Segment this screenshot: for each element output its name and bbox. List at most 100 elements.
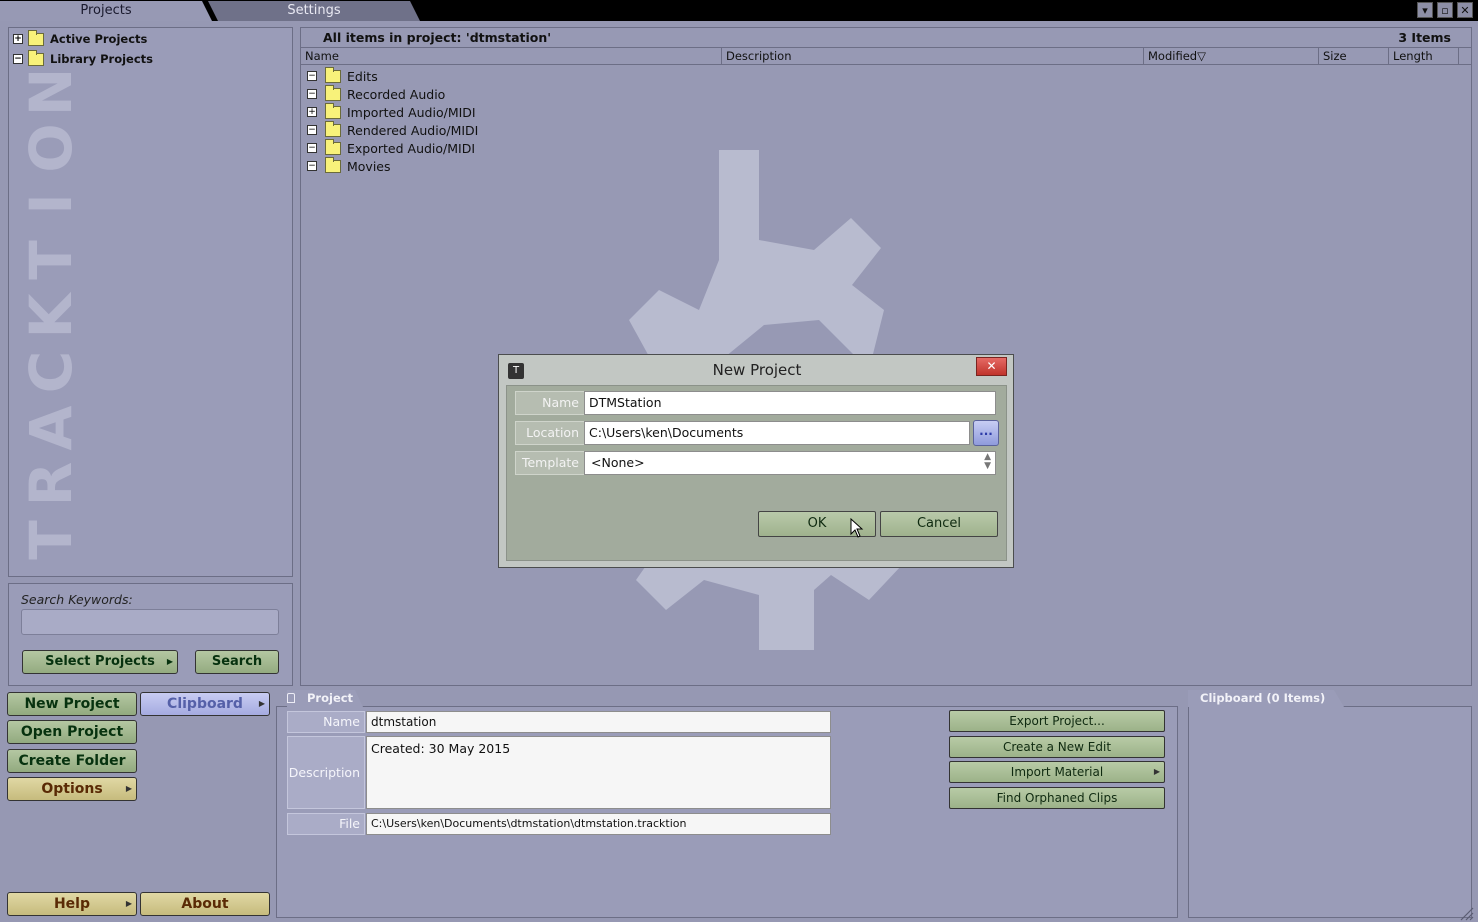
list-item[interactable]: − Recorded Audio — [307, 84, 445, 103]
options-button[interactable]: Options ▶ — [7, 777, 137, 801]
collapse-icon[interactable]: − — [307, 89, 317, 99]
list-item-label: Imported Audio/MIDI — [347, 104, 476, 120]
select-projects-label: Select Projects — [45, 654, 155, 669]
dialog-close-button[interactable]: ✕ — [976, 357, 1007, 376]
list-item-label: Rendered Audio/MIDI — [347, 122, 479, 138]
column-length[interactable]: Length — [1389, 48, 1459, 65]
open-project-button[interactable]: Open Project — [7, 720, 137, 744]
list-item-label: Edits — [347, 68, 378, 84]
column-description[interactable]: Description — [722, 48, 1144, 65]
project-description-label: Description — [287, 736, 365, 809]
watermark-letter: R — [17, 461, 85, 507]
clipboard-button[interactable]: Clipboard ▶ — [140, 692, 270, 716]
project-tree-panel: NOITKCART + Active Projects − Library Pr… — [8, 27, 293, 577]
item-count: 3 Items — [1398, 30, 1451, 45]
window-close-button[interactable]: ✕ — [1457, 2, 1473, 18]
submenu-arrow-icon: ▶ — [125, 784, 132, 793]
folder-icon — [28, 49, 44, 66]
tab-settings[interactable]: Settings — [208, 1, 420, 21]
about-button[interactable]: About — [140, 892, 270, 916]
mouse-cursor-icon — [850, 518, 864, 538]
column-name[interactable]: Name — [301, 48, 722, 65]
minimize-button[interactable]: ▾ — [1417, 2, 1433, 18]
dialog-body: Name DTMStation Location C:\Users\ken\Do… — [506, 385, 1007, 561]
watermark-letter: N — [17, 67, 85, 117]
tree-item-active-projects[interactable]: + Active Projects — [13, 29, 148, 48]
collapse-icon[interactable]: − — [307, 125, 317, 135]
column-modified[interactable]: Modified▽ — [1144, 48, 1319, 65]
list-title: All items in project: 'dtmstation' — [323, 30, 552, 45]
maximize-button[interactable]: ▫ — [1437, 2, 1453, 18]
template-value: <None> — [591, 455, 645, 470]
watermark-letter: I — [17, 193, 85, 215]
search-keywords-label: Search Keywords: — [21, 592, 133, 607]
watermark-letter: C — [17, 350, 85, 394]
top-tab-bar: Projects Settings ▾ ▫ ✕ — [0, 0, 1478, 21]
select-projects-button[interactable]: Select Projects ▶ — [22, 650, 178, 674]
project-tab[interactable]: Project — [287, 690, 363, 707]
tree-item-label: Library Projects — [50, 52, 154, 66]
list-item[interactable]: − Exported Audio/MIDI — [307, 138, 476, 157]
project-file-field[interactable]: C:\Users\ken\Documents\dtmstation\dtmsta… — [366, 813, 831, 835]
collapse-icon[interactable]: − — [307, 71, 317, 81]
expand-icon[interactable]: + — [13, 34, 23, 44]
folder-icon — [325, 138, 341, 155]
list-item[interactable]: + Imported Audio/MIDI — [307, 102, 476, 121]
create-new-edit-button[interactable]: Create a New Edit — [949, 736, 1165, 758]
collapse-icon[interactable]: − — [13, 54, 23, 64]
watermark-letter: K — [17, 293, 85, 339]
submenu-arrow-icon: ▶ — [125, 899, 132, 908]
import-material-button[interactable]: Import Material ▶ — [949, 761, 1165, 783]
watermark-letter: T — [17, 520, 85, 560]
location-label: Location — [515, 421, 585, 445]
help-button-label: Help — [53, 896, 91, 912]
project-name-field[interactable]: DTMStation — [584, 391, 996, 415]
project-file-label: File — [287, 813, 365, 835]
search-input[interactable] — [21, 609, 279, 635]
list-item[interactable]: − Rendered Audio/MIDI — [307, 120, 479, 139]
new-project-button[interactable]: New Project — [7, 692, 137, 716]
list-item-label: Movies — [347, 158, 391, 174]
browse-location-button[interactable]: ... — [973, 420, 999, 446]
project-name-field[interactable]: dtmstation — [366, 711, 831, 733]
clipboard-panel — [1188, 706, 1472, 918]
column-header: Name Description Modified▽ Size Length — [301, 47, 1471, 65]
folder-icon — [325, 156, 341, 173]
new-project-dialog: T New Project ✕ Name DTMStation Location… — [498, 354, 1014, 568]
lock-icon[interactable] — [287, 693, 295, 703]
create-folder-button[interactable]: Create Folder — [7, 749, 137, 773]
template-select[interactable]: <None> ▲ ▼ — [584, 451, 996, 475]
folder-icon — [325, 66, 341, 83]
resize-grip-icon[interactable] — [1458, 905, 1474, 921]
search-panel: Search Keywords: Select Projects ▶ Searc… — [8, 583, 293, 686]
tree-item-library-projects[interactable]: − Library Projects — [13, 49, 154, 68]
column-size[interactable]: Size — [1319, 48, 1389, 65]
watermark-letter: O — [17, 123, 85, 173]
clipboard-tab[interactable]: Clipboard (0 Items) — [1188, 690, 1344, 707]
dialog-title: New Project — [712, 361, 802, 379]
folder-icon — [28, 29, 44, 46]
options-button-label: Options — [41, 781, 103, 797]
folder-icon — [325, 102, 341, 119]
cancel-button[interactable]: Cancel — [880, 511, 998, 537]
folder-icon — [325, 84, 341, 101]
folder-icon — [325, 120, 341, 137]
spinner-arrows-icon: ▲ ▼ — [984, 452, 991, 471]
watermark-letter: T — [17, 240, 85, 280]
search-button[interactable]: Search — [195, 650, 279, 674]
list-item-label: Exported Audio/MIDI — [347, 140, 476, 156]
project-description-field[interactable]: Created: 30 May 2015 — [366, 736, 831, 809]
list-item[interactable]: − Movies — [307, 156, 391, 175]
tab-projects[interactable]: Projects — [0, 1, 212, 21]
watermark-letter: A — [17, 405, 85, 451]
help-button[interactable]: Help ▶ — [7, 892, 137, 916]
location-field[interactable]: C:\Users\ken\Documents — [584, 421, 970, 445]
expand-icon[interactable]: + — [307, 107, 317, 117]
export-project-button[interactable]: Export Project... — [949, 710, 1165, 732]
collapse-icon[interactable]: − — [307, 143, 317, 153]
list-item[interactable]: − Edits — [307, 66, 378, 85]
collapse-icon[interactable]: − — [307, 161, 317, 171]
import-material-label: Import Material — [1010, 765, 1104, 779]
find-orphaned-clips-button[interactable]: Find Orphaned Clips — [949, 787, 1165, 809]
tree-item-label: Active Projects — [50, 32, 148, 46]
